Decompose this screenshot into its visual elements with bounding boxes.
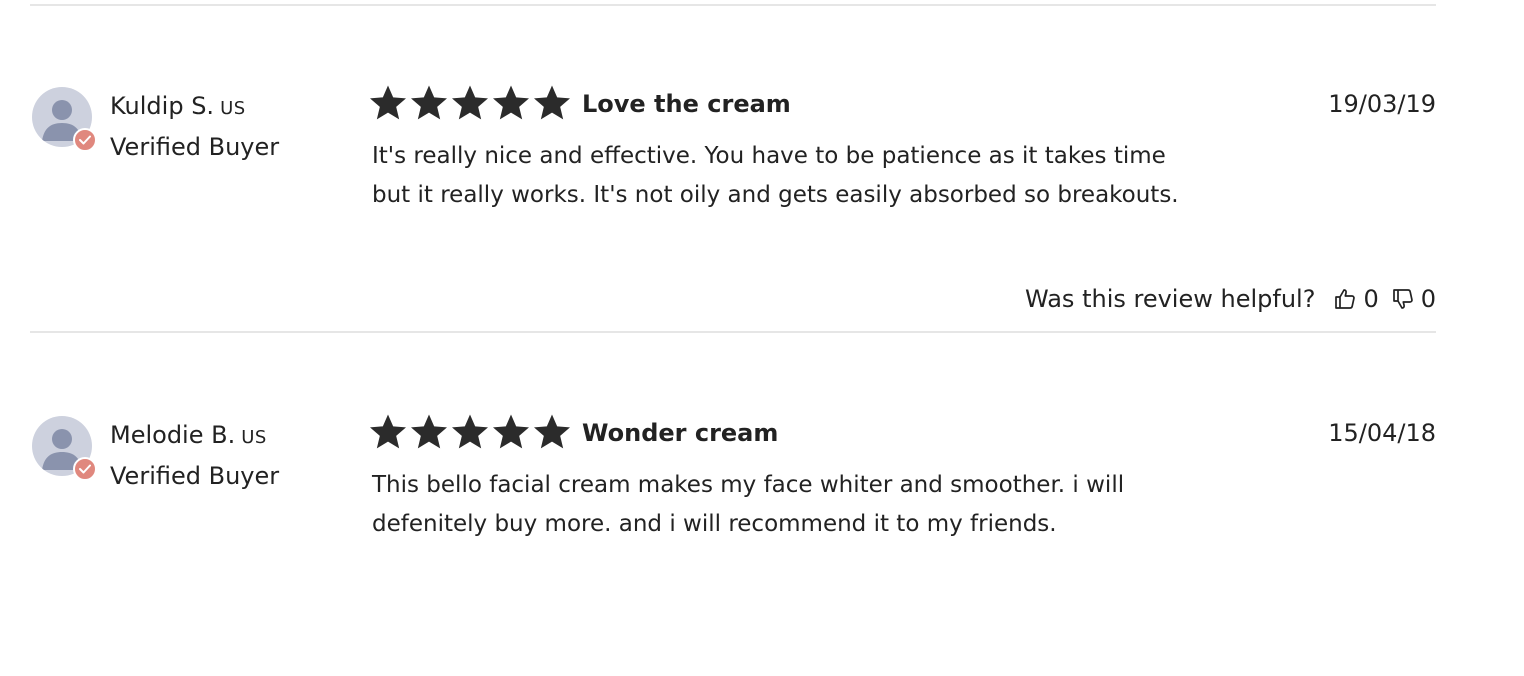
star-icon <box>534 85 570 120</box>
star-icon <box>452 414 488 449</box>
review-date: 19/03/19 <box>1328 90 1436 118</box>
star-icon <box>493 85 529 120</box>
review-item: Kuldip S. US Verified Buyer Love the crea… <box>0 85 1524 347</box>
review-divider <box>30 331 1436 333</box>
helpful-prompt: Was this review helpful? <box>1025 285 1316 313</box>
author-name: Melodie B. <box>110 421 236 449</box>
helpful-up-count: 0 <box>1363 285 1379 313</box>
review-body-line: It's really nice and effective. You have… <box>372 143 1166 169</box>
verified-buyer-label: Verified Buyer <box>110 133 280 161</box>
review-body: It's really nice and effective. You have… <box>372 137 1272 215</box>
author-country: US <box>220 98 246 119</box>
review-body: This bello facial cream makes my face wh… <box>372 466 1272 544</box>
review-body-line: but it really works. It's not oily and g… <box>372 182 1179 208</box>
review-title: Love the cream <box>582 90 791 118</box>
star-icon <box>411 414 447 449</box>
verified-buyer-label: Verified Buyer <box>110 462 280 490</box>
star-icon <box>411 85 447 120</box>
star-icon <box>370 414 406 449</box>
star-icon <box>370 85 406 120</box>
helpful-votes: Was this review helpful? 0 0 <box>1025 281 1436 317</box>
helpful-down-button[interactable]: 0 <box>1391 281 1436 317</box>
review-author: Melodie B. US Verified Buyer <box>110 416 279 495</box>
top-divider <box>30 4 1436 6</box>
review-body-line: This bello facial cream makes my face wh… <box>372 472 1125 498</box>
thumbs-down-icon <box>1392 289 1413 309</box>
star-icon <box>452 85 488 120</box>
check-badge-icon <box>73 128 97 152</box>
star-icon <box>534 414 570 449</box>
helpful-down-count: 0 <box>1420 285 1436 313</box>
author-name: Kuldip S. <box>110 92 215 120</box>
review-body-line: defenitely buy more. and i will recommen… <box>372 511 1057 537</box>
star-icon <box>493 414 529 449</box>
review-date: 15/04/18 <box>1328 419 1436 447</box>
review-item: Melodie B. US Verified Buyer Wonder cream… <box>0 414 1524 676</box>
star-rating <box>368 412 572 452</box>
check-badge-icon <box>73 457 97 481</box>
author-country: US <box>241 427 267 448</box>
helpful-up-button[interactable]: 0 <box>1333 281 1379 317</box>
thumbs-up-icon <box>1335 289 1356 309</box>
review-author: Kuldip S. US Verified Buyer <box>110 87 279 166</box>
review-title: Wonder cream <box>582 419 779 447</box>
star-rating <box>368 83 572 123</box>
